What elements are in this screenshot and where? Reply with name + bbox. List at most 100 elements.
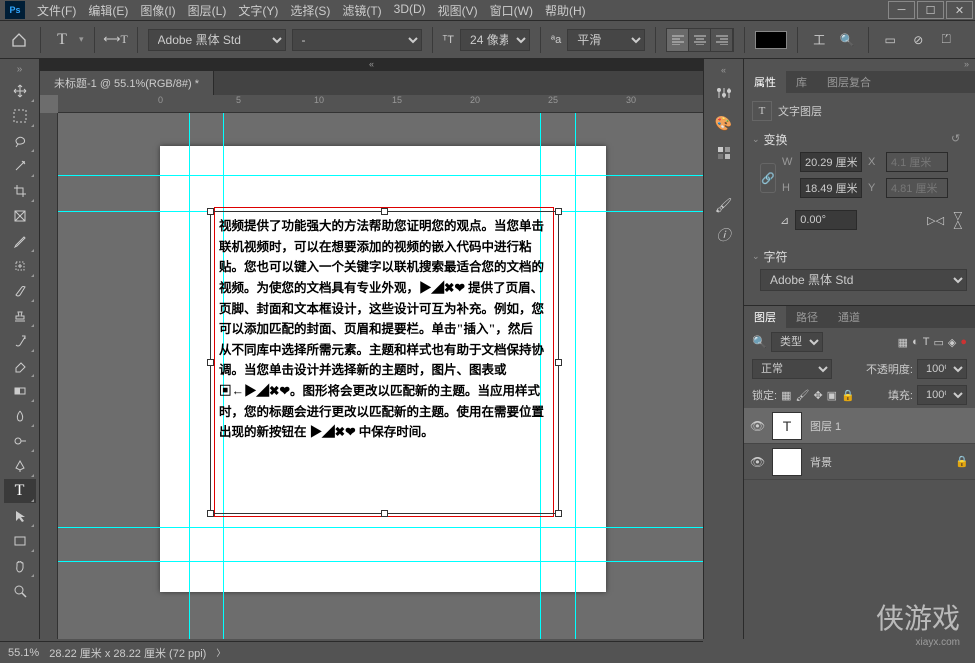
type-tool[interactable]: T (4, 479, 36, 503)
horizontal-ruler[interactable]: 0 5 10 15 20 25 30 (58, 95, 703, 113)
guide[interactable] (189, 113, 190, 639)
menu-filter[interactable]: 滤镜(T) (338, 0, 385, 21)
filter-type-icon[interactable]: T (923, 336, 930, 349)
move-tool[interactable] (4, 79, 36, 103)
brush-tool[interactable] (4, 279, 36, 303)
history-brush-tool[interactable] (4, 329, 36, 353)
transform-handle[interactable] (207, 359, 214, 366)
menu-help[interactable]: 帮助(H) (541, 0, 590, 21)
transform-handle[interactable] (207, 208, 214, 215)
reset-icon[interactable]: ↺ (951, 132, 967, 148)
path-select-tool[interactable] (4, 504, 36, 528)
blur-tool[interactable] (4, 404, 36, 428)
menu-view[interactable]: 视图(V) (434, 0, 482, 21)
vertical-ruler[interactable] (40, 113, 58, 639)
tab-layer-comps[interactable]: 图层复合 (817, 71, 881, 93)
type-tool-preset-icon[interactable]: T (51, 29, 73, 51)
tab-properties[interactable]: 属性 (744, 71, 786, 93)
adjustments-icon[interactable] (708, 79, 740, 107)
filter-toggle-icon[interactable]: ● (960, 336, 967, 349)
healing-tool[interactable] (4, 254, 36, 278)
font-family-select[interactable]: Adobe 黑体 Std (148, 29, 286, 51)
fill-input[interactable]: 100% (917, 385, 967, 405)
guide[interactable] (58, 561, 703, 562)
height-input[interactable] (800, 178, 862, 198)
info-icon[interactable]: ⓘ (708, 221, 740, 249)
panel-toggle[interactable]: » (744, 59, 975, 71)
tab-libraries[interactable]: 库 (786, 71, 817, 93)
search-icon[interactable]: 🔍 (752, 335, 767, 349)
filter-shape-icon[interactable]: ▭ (933, 336, 943, 349)
minimize-button[interactable]: ─ (888, 1, 915, 19)
visibility-icon[interactable]: 👁 (750, 419, 764, 433)
width-input[interactable] (800, 152, 862, 172)
pen-tool[interactable] (4, 454, 36, 478)
stamp-tool[interactable] (4, 304, 36, 328)
font-style-select[interactable]: - (292, 29, 422, 51)
document-tab[interactable]: 未标题-1 @ 55.1%(RGB/8#) * (40, 71, 214, 95)
dodge-tool[interactable] (4, 429, 36, 453)
lock-paint-icon[interactable]: 🖌 (795, 389, 809, 402)
hand-tool[interactable] (4, 554, 36, 578)
shape-tool[interactable] (4, 529, 36, 553)
menu-file[interactable]: 文件(F) (33, 0, 80, 21)
font-size-select[interactable]: 24 像素 (460, 29, 530, 51)
zoom-tool[interactable] (4, 579, 36, 603)
frame-tool[interactable] (4, 204, 36, 228)
home-icon[interactable] (8, 29, 30, 51)
cancel-button[interactable]: ⊘ (907, 29, 929, 51)
angle-input[interactable] (795, 210, 857, 230)
styles-icon[interactable]: 🎨 (708, 109, 740, 137)
transform-handle[interactable] (381, 510, 388, 517)
lock-position-icon[interactable]: ✥ (813, 389, 822, 402)
visibility-icon[interactable]: 👁 (750, 455, 764, 469)
guide[interactable] (58, 527, 703, 528)
eyedropper-tool[interactable] (4, 229, 36, 253)
link-wh-icon[interactable]: 🔗 (760, 163, 776, 193)
commit-button[interactable]: ⏍ (935, 29, 957, 51)
gradient-tool[interactable] (4, 379, 36, 403)
brushes-icon[interactable]: 🖌 (708, 191, 740, 219)
text-color-swatch[interactable] (755, 31, 787, 49)
align-center-button[interactable] (689, 29, 711, 51)
eraser-tool[interactable] (4, 354, 36, 378)
3d-text-button[interactable]: ▭ (879, 29, 901, 51)
canvas[interactable]: 0 5 10 15 20 25 30 视频提供了功能强大的方法帮助 (40, 95, 703, 639)
transform-handle[interactable] (381, 208, 388, 215)
align-left-button[interactable] (667, 29, 689, 51)
flip-v-icon[interactable]: ▷◁ (952, 212, 965, 229)
lock-transparency-icon[interactable]: ▦ (781, 389, 791, 402)
tab-channels[interactable]: 通道 (828, 306, 870, 328)
doc-info[interactable]: 28.22 厘米 x 28.22 厘米 (72 ppi) (49, 645, 206, 661)
menu-3d[interactable]: 3D(D) (390, 0, 430, 21)
char-panel-button[interactable]: 🔍 (836, 29, 858, 51)
layer-row[interactable]: 👁 背景 🔒 (744, 444, 975, 480)
layer-row[interactable]: 👁 T 图层 1 (744, 408, 975, 444)
menu-edit[interactable]: 编辑(E) (84, 0, 132, 21)
char-font-select[interactable]: Adobe 黑体 Std (760, 269, 967, 291)
tab-layers[interactable]: 图层 (744, 306, 786, 328)
toolbox-toggle[interactable]: » (0, 64, 39, 75)
filter-adjust-icon[interactable]: ◐ (912, 336, 919, 349)
transform-bounding-box[interactable] (210, 211, 559, 514)
collapse-char-icon[interactable]: ⌄ (752, 251, 760, 262)
transform-handle[interactable] (555, 208, 562, 215)
layer-filter-select[interactable]: 类型 (771, 332, 823, 352)
menu-layer[interactable]: 图层(L) (184, 0, 231, 21)
menu-window[interactable]: 窗口(W) (486, 0, 537, 21)
align-right-button[interactable] (711, 29, 733, 51)
zoom-level[interactable]: 55.1% (8, 647, 39, 659)
guide[interactable] (58, 175, 703, 176)
dock-toggle[interactable]: « (704, 65, 743, 77)
opacity-input[interactable]: 100% (917, 359, 967, 379)
blend-mode-select[interactable]: 正常 (752, 359, 832, 379)
transform-handle[interactable] (555, 359, 562, 366)
crop-tool[interactable] (4, 179, 36, 203)
transform-handle[interactable] (555, 510, 562, 517)
filter-smart-icon[interactable]: ◈ (948, 336, 956, 349)
swatches-icon[interactable] (708, 139, 740, 167)
text-orientation-icon[interactable]: ⟷T (105, 29, 127, 51)
antialias-select[interactable]: 平滑 (567, 29, 645, 51)
close-button[interactable]: ✕ (946, 1, 973, 19)
tab-paths[interactable]: 路径 (786, 306, 828, 328)
